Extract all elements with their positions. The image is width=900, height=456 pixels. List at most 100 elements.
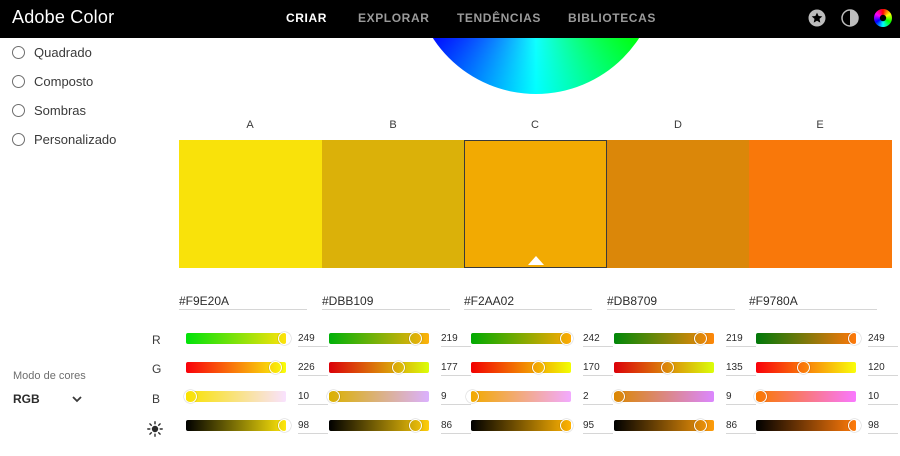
slider-thumb[interactable] [408,332,422,345]
selected-swatch-marker-icon [528,256,544,265]
blue-value-d[interactable] [726,389,756,405]
star-icon[interactable] [808,9,826,27]
slider-thumb[interactable] [660,361,674,374]
brightness-value-c[interactable] [583,418,613,434]
radio-icon[interactable] [12,132,25,146]
harmony-option-sombras[interactable]: Sombras [12,101,86,119]
color-wheel-disc[interactable] [413,38,659,94]
blue-value-e[interactable] [868,389,898,405]
radio-icon[interactable] [12,45,25,59]
slider-thumb[interactable] [183,390,197,403]
blue-value-c[interactable] [583,389,613,405]
red-value-b[interactable] [441,331,471,347]
hex-input-e[interactable] [749,292,877,310]
color-mode-dropdown[interactable]: RGB [13,390,83,408]
green-slider-e[interactable] [756,361,856,374]
swatch-e[interactable] [749,140,892,268]
brightness-slider-e[interactable] [756,419,861,432]
harmony-option-quadrado[interactable]: Quadrado [12,43,92,61]
blue-slider-a[interactable] [183,390,286,403]
nav-tab-bibliotecas[interactable]: BIBLIOTECAS [568,11,656,25]
green-value-d[interactable] [726,360,756,376]
slider-thumb[interactable] [848,419,861,432]
slider-thumb[interactable] [611,390,625,403]
blue-slider-e[interactable] [753,390,856,403]
swatch-letter-c: C [531,119,539,131]
swatch-a[interactable] [179,140,322,268]
app-brand[interactable]: Adobe Color [12,7,114,28]
radio-icon[interactable] [12,103,25,117]
green-slider-b[interactable] [329,361,429,374]
brightness-slider-a[interactable] [186,419,291,432]
blue-value-a[interactable] [298,389,328,405]
slider-thumb[interactable] [278,419,291,432]
slider-thumb[interactable] [753,390,767,403]
red-slider-d[interactable] [614,332,714,345]
harmony-option-label: Personalizado [34,131,117,147]
brightness-value-e[interactable] [868,418,898,434]
brightness-value-b[interactable] [441,418,471,434]
brightness-icon [147,421,163,437]
color-mode-label: Modo de cores [13,370,86,382]
red-value-e[interactable] [868,331,898,347]
slider-thumb[interactable] [693,332,707,345]
slider-thumb[interactable] [847,332,861,345]
green-value-e[interactable] [868,360,898,376]
slider-thumb[interactable] [797,361,811,374]
green-value-b[interactable] [441,360,471,376]
brightness-slider-d[interactable] [614,419,714,432]
chevron-down-icon [72,396,82,403]
hex-input-d[interactable] [607,292,735,310]
nav-tab-explorar[interactable]: EXPLORAR [358,11,429,25]
green-slider-c[interactable] [471,361,571,374]
color-wheel-avatar-icon[interactable] [874,9,892,27]
green-row-label: G [152,362,162,376]
slider-thumb[interactable] [465,390,479,403]
brightness-slider-b[interactable] [329,419,429,432]
slider-thumb[interactable] [531,361,545,374]
hex-input-b[interactable] [322,292,450,310]
red-value-a[interactable] [298,331,328,347]
slider-thumb[interactable] [409,419,422,432]
harmony-option-personalizado[interactable]: Personalizado [12,130,116,148]
green-value-c[interactable] [583,360,613,376]
slider-thumb[interactable] [560,419,573,432]
brightness-value-a[interactable] [298,418,328,434]
swatch-letter-a: A [246,119,254,131]
brightness-value-d[interactable] [726,418,756,434]
blue-row-label: B [152,392,161,406]
slider-thumb[interactable] [277,332,291,345]
swatch-d[interactable] [607,140,750,268]
blue-slider-c[interactable] [465,390,571,403]
red-slider-b[interactable] [329,332,429,345]
red-value-c[interactable] [583,331,613,347]
nav-tab-criar[interactable]: CRIAR [286,11,327,25]
green-slider-d[interactable] [614,361,714,374]
red-slider-e[interactable] [756,332,861,345]
radio-icon[interactable] [12,74,25,88]
red-slider-c[interactable] [471,332,573,345]
color-wheel[interactable] [413,38,659,96]
theme-toggle-icon[interactable] [841,9,859,27]
nav-tab-tendencias[interactable]: TENDÊNCIAS [457,11,541,25]
hex-input-c[interactable] [464,292,592,310]
red-slider-a[interactable] [186,332,291,345]
hex-input-a[interactable] [179,292,307,310]
harmony-option-composto[interactable]: Composto [12,72,93,90]
top-navigation-bar: Adobe Color CRIAR EXPLORAR TENDÊNCIAS BI… [0,0,900,38]
green-value-a[interactable] [298,360,328,376]
slider-thumb[interactable] [694,419,707,432]
blue-slider-b[interactable] [326,390,429,403]
slider-thumb[interactable] [268,361,282,374]
harmony-option-label: Quadrado [34,44,92,60]
green-slider-a[interactable] [186,361,286,374]
swatch-b[interactable] [322,140,465,268]
slider-thumb[interactable] [326,390,340,403]
red-value-d[interactable] [726,331,756,347]
swatch-c[interactable] [464,140,607,268]
slider-thumb[interactable] [392,361,406,374]
brightness-slider-c[interactable] [471,419,573,432]
harmony-option-label: Composto [34,73,94,89]
blue-slider-d[interactable] [611,390,714,403]
slider-thumb[interactable] [559,332,573,345]
